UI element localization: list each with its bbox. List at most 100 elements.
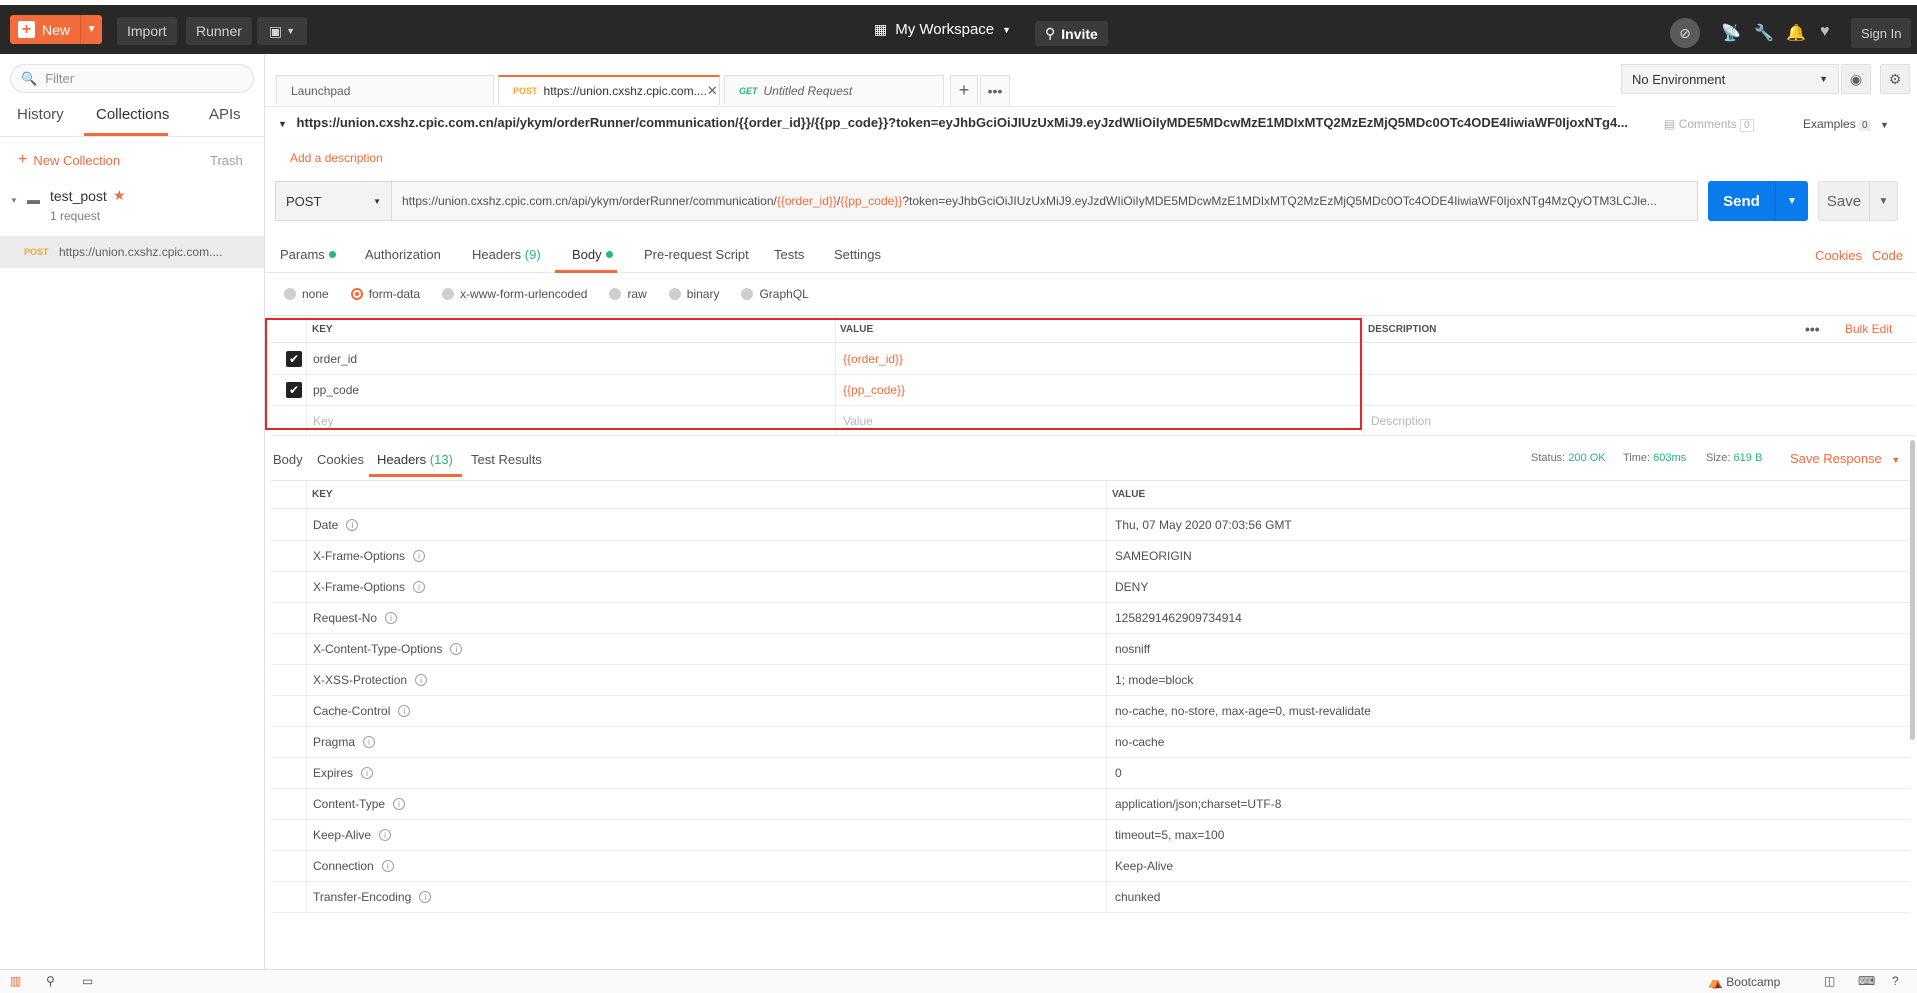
tab-apis[interactable]: APIs (209, 106, 241, 123)
info-icon[interactable]: i (363, 736, 376, 748)
header-key[interactable]: X-XSS-Protection (313, 673, 407, 687)
header-key[interactable]: Transfer-Encoding (313, 890, 411, 904)
tab-response-cookies[interactable]: Cookies (317, 452, 364, 467)
info-icon[interactable]: i (413, 581, 426, 593)
import-button[interactable]: Import (117, 17, 177, 45)
header-value[interactable]: 0 (1115, 758, 1122, 788)
tab-options-button[interactable]: ••• (980, 75, 1010, 105)
examples-button[interactable]: Examples 0 ▼ (1803, 117, 1889, 131)
help-icon[interactable]: ? (1892, 974, 1899, 988)
tab-response-headers[interactable]: Headers (13) (377, 452, 453, 467)
radio-raw[interactable]: raw (609, 287, 647, 301)
bootcamp-button[interactable]: ⛺ Bootcamp (1708, 975, 1780, 989)
bell-icon[interactable]: 🔔 (1786, 23, 1806, 43)
wrench-icon[interactable]: 🔧 (1754, 23, 1774, 43)
header-key[interactable]: Pragma (313, 735, 355, 749)
chevron-down-icon[interactable]: ▼ (1775, 181, 1808, 221)
tab-history[interactable]: History (17, 106, 64, 123)
header-value[interactable]: 1; mode=block (1115, 665, 1193, 695)
comments-button[interactable]: ▤ Comments 0 (1664, 117, 1754, 132)
header-key[interactable]: X-Frame-Options (313, 580, 405, 594)
info-icon[interactable]: i (361, 767, 374, 779)
add-description-link[interactable]: Add a description (290, 151, 383, 165)
header-key[interactable]: Content-Type (313, 797, 385, 811)
header-value[interactable]: timeout=5, max=100 (1115, 820, 1224, 850)
info-icon[interactable]: i (419, 891, 432, 903)
radio-urlencoded[interactable]: x-www-form-urlencoded (442, 287, 587, 301)
url-input[interactable]: https://union.cxshz.cpic.com.cn/api/ykym… (391, 181, 1698, 221)
console-icon[interactable]: ▭ (82, 974, 93, 988)
radio-graphql[interactable]: GraphQL (741, 287, 809, 301)
header-value[interactable]: DENY (1115, 572, 1148, 602)
star-icon[interactable]: ★ (113, 187, 126, 204)
header-value[interactable]: Thu, 07 May 2020 07:03:56 GMT (1115, 510, 1292, 540)
tab-post-request[interactable]: POST https://union.cxshz.cpic.com.... ✕ (498, 75, 720, 105)
info-icon[interactable]: i (450, 643, 463, 655)
sidebar-toggle-icon[interactable]: ▥ (10, 974, 21, 988)
radio-form-data[interactable]: form-data (350, 287, 420, 301)
workspace-switcher[interactable]: ▦ My Workspace ▼ (874, 21, 1011, 38)
collection-item[interactable]: ▼ ▬ test_post ★ 1 request (10, 186, 260, 230)
tab-body[interactable]: Body (572, 247, 613, 262)
gear-icon[interactable]: ⚙ (1880, 64, 1910, 94)
header-key[interactable]: X-Frame-Options (313, 549, 405, 563)
tab-authorization[interactable]: Authorization (365, 247, 441, 262)
runner-button[interactable]: Runner (186, 17, 252, 45)
code-link[interactable]: Code (1872, 248, 1903, 263)
search-icon[interactable]: ⚲ (46, 974, 55, 988)
header-value[interactable]: no-cache (1115, 727, 1164, 757)
tab-prerequest-script[interactable]: Pre-request Script (644, 247, 749, 262)
eye-icon[interactable]: ◉ (1841, 64, 1871, 94)
tab-tests[interactable]: Tests (774, 247, 804, 262)
trash-link[interactable]: Trash (210, 153, 243, 168)
radio-binary[interactable]: binary (668, 287, 719, 301)
close-icon[interactable]: ✕ (707, 83, 718, 99)
tab-get-request[interactable]: GET Untitled Request (724, 75, 944, 105)
time-value[interactable]: 603ms (1653, 452, 1686, 464)
keyboard-icon[interactable]: ⌨ (1858, 974, 1875, 988)
save-button[interactable]: Save ▼ (1818, 181, 1898, 221)
header-value[interactable]: no-cache, no-store, max-age=0, must-reva… (1115, 696, 1371, 726)
send-button[interactable]: Send ▼ (1708, 181, 1808, 221)
sync-icon[interactable]: ⊘ (1670, 18, 1700, 48)
new-collection-button[interactable]: + New Collection (18, 151, 120, 169)
tab-params[interactable]: Params (280, 247, 336, 262)
header-key[interactable]: X-Content-Type-Options (313, 642, 442, 656)
heart-icon[interactable]: ♥ (1820, 23, 1830, 41)
filter-input[interactable]: 🔍 Filter (10, 64, 254, 93)
sign-in-button[interactable]: Sign In (1851, 18, 1912, 48)
new-button[interactable]: + New ▼ (10, 15, 103, 44)
header-key[interactable]: Expires (313, 766, 353, 780)
layout-icon[interactable]: ◫ (1824, 974, 1835, 988)
new-tab-button[interactable]: + (950, 75, 978, 105)
description-placeholder[interactable]: Description (1371, 406, 1431, 435)
header-key[interactable]: Keep-Alive (313, 828, 371, 842)
header-value[interactable]: application/json;charset=UTF-8 (1115, 789, 1281, 819)
header-value[interactable]: 1258291462909734914 (1115, 603, 1242, 633)
size-value[interactable]: 619 B (1734, 452, 1763, 464)
radio-none[interactable]: none (284, 287, 329, 301)
chevron-down-icon[interactable]: ▼ (278, 119, 287, 129)
scrollbar[interactable] (1910, 440, 1915, 740)
tab-headers[interactable]: Headers (9) (472, 247, 541, 262)
chevron-down-icon[interactable]: ▼ (80, 15, 102, 44)
cookies-link[interactable]: Cookies (1815, 248, 1862, 263)
header-key[interactable]: Connection (313, 859, 374, 873)
sidebar-request-item[interactable]: POST https://union.cxshz.cpic.com.... (0, 236, 264, 268)
info-icon[interactable]: i (381, 860, 394, 872)
header-value[interactable]: chunked (1115, 882, 1160, 912)
header-value[interactable]: nosniff (1115, 634, 1150, 664)
status-value[interactable]: 200 OK (1568, 452, 1605, 464)
header-value[interactable]: SAMEORIGIN (1115, 541, 1192, 571)
bulk-edit-link[interactable]: Bulk Edit (1845, 316, 1892, 342)
info-icon[interactable]: i (415, 674, 428, 686)
info-icon[interactable]: i (393, 798, 406, 810)
header-key[interactable]: Date (313, 518, 338, 532)
info-icon[interactable]: i (346, 519, 359, 531)
tab-settings[interactable]: Settings (834, 247, 881, 262)
more-icon[interactable]: ••• (1805, 316, 1820, 342)
tab-response-body[interactable]: Body (273, 452, 303, 467)
info-icon[interactable]: i (413, 550, 426, 562)
method-select[interactable]: POST ▼ (275, 181, 392, 221)
new-window-button[interactable]: ▣ ▼ (257, 17, 307, 45)
